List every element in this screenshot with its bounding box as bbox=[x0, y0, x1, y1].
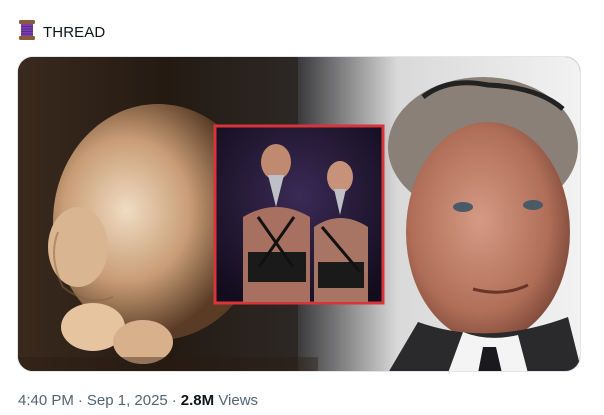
thread-header: THREAD bbox=[17, 19, 106, 46]
meta-separator: · bbox=[171, 392, 177, 409]
post-date[interactable]: Sep 1, 2025 bbox=[87, 392, 168, 409]
post: THREAD 4:40 PM · Sep 1, 2025 · 2.8M View… bbox=[0, 0, 604, 415]
meta-separator: · bbox=[77, 392, 83, 409]
post-time[interactable]: 4:40 PM bbox=[18, 392, 74, 409]
post-meta: 4:40 PM · Sep 1, 2025 · 2.8M Views bbox=[18, 392, 258, 409]
spool-of-thread-icon bbox=[17, 19, 37, 46]
collage-illustration bbox=[18, 57, 580, 371]
views-count: 2.8M bbox=[180, 392, 215, 409]
thread-label: THREAD bbox=[43, 23, 106, 41]
post-image[interactable] bbox=[17, 56, 581, 372]
views-label: Views bbox=[218, 392, 259, 409]
